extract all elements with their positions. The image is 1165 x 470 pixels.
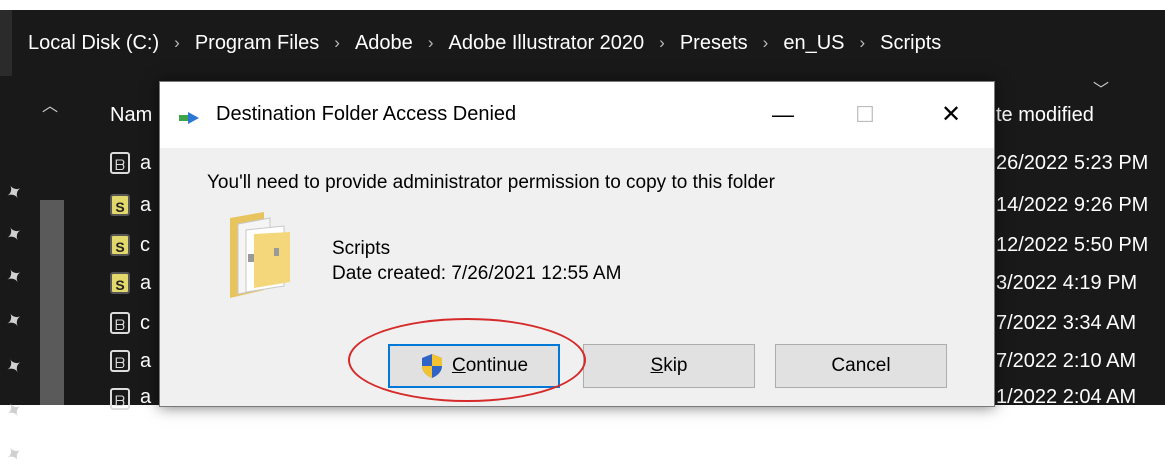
folder-date-created: Date created: 7/26/2021 12:55 AM	[332, 263, 622, 284]
file-name[interactable]: c	[140, 234, 150, 257]
copy-move-icon	[179, 112, 199, 124]
chevron-right-icon[interactable]: ›	[428, 33, 434, 53]
script-file-icon: ᗷ	[110, 312, 130, 334]
pin-icon[interactable]: ✦	[1, 351, 28, 381]
breadcrumb-presets[interactable]: Presets	[680, 32, 748, 55]
address-bar[interactable]: Local Disk (C:) › Program Files › Adobe …	[0, 10, 1165, 76]
breadcrumb-local-disk[interactable]: Local Disk (C:)	[28, 32, 159, 55]
file-date: 7/2022 2:10 AM	[996, 350, 1137, 372]
file-date: 14/2022 9:26 PM	[996, 194, 1149, 216]
file-date: 3/2022 4:19 PM	[996, 272, 1138, 294]
pin-icon[interactable]: ✦	[1, 219, 28, 249]
pin-icon[interactable]: ✦	[1, 439, 28, 469]
permission-message: You'll need to provide administrator per…	[207, 172, 775, 193]
skip-access-key: S	[650, 355, 664, 376]
close-button[interactable]: ✕	[928, 95, 974, 135]
pin-icon[interactable]: ✦	[1, 261, 28, 291]
breadcrumb-en-us[interactable]: en_US	[783, 32, 844, 55]
file-date: 1/2022 2:04 AM	[996, 386, 1137, 408]
file-name[interactable]: a	[140, 272, 151, 295]
column-header-date-modified[interactable]: te modified	[996, 104, 1094, 127]
chevron-right-icon[interactable]: ›	[174, 33, 180, 53]
dialog-title: Destination Folder Access Denied	[216, 103, 517, 125]
minimize-button[interactable]: —	[760, 95, 806, 135]
maximize-button[interactable]: ☐	[842, 95, 888, 135]
breadcrumb-illustrator[interactable]: Adobe Illustrator 2020	[448, 32, 644, 55]
breadcrumb: Local Disk (C:) › Program Files › Adobe …	[12, 32, 941, 55]
cancel-button[interactable]: Cancel	[775, 344, 947, 388]
address-bar-edge	[0, 10, 12, 76]
dialog-titlebar[interactable]: Destination Folder Access Denied — ☐ ✕	[160, 82, 994, 148]
scroll-up-icon[interactable]: ︿	[42, 92, 58, 116]
skip-label: kip	[663, 355, 688, 376]
chevron-right-icon[interactable]: ›	[659, 33, 665, 53]
chevron-right-icon[interactable]: ›	[763, 33, 769, 53]
file-name[interactable]: a	[140, 152, 151, 175]
breadcrumb-adobe[interactable]: Adobe	[355, 32, 413, 55]
highlight-ellipse	[348, 318, 586, 402]
folder-icon	[230, 212, 290, 298]
folder-name: Scripts	[332, 238, 391, 259]
pin-icon[interactable]: ✦	[1, 305, 28, 335]
file-name[interactable]: c	[140, 312, 150, 335]
js-file-icon: S	[110, 194, 130, 216]
script-file-icon: ᗷ	[110, 350, 130, 372]
skip-button[interactable]: Skip	[583, 344, 755, 388]
js-file-icon: S	[110, 234, 130, 256]
file-name[interactable]: a	[140, 194, 151, 217]
file-name[interactable]: a	[140, 386, 151, 409]
top-strip	[0, 0, 1165, 10]
pin-icon[interactable]: ✦	[1, 395, 28, 425]
file-name[interactable]: a	[140, 350, 151, 373]
breadcrumb-scripts[interactable]: Scripts	[880, 32, 941, 55]
chevron-right-icon[interactable]: ›	[859, 33, 865, 53]
file-date: 7/2022 3:34 AM	[996, 312, 1137, 334]
nav-scrollbar-thumb[interactable]	[40, 200, 64, 405]
chevron-right-icon[interactable]: ›	[334, 33, 340, 53]
script-file-icon: ᗷ	[110, 388, 130, 410]
js-file-icon: S	[110, 272, 130, 294]
sort-chevron-icon[interactable]: ﹀	[1093, 76, 1109, 100]
file-date: 26/2022 5:23 PM	[996, 152, 1149, 174]
pin-icon[interactable]: ✦	[1, 177, 28, 207]
breadcrumb-program-files[interactable]: Program Files	[195, 32, 319, 55]
column-header-name[interactable]: Nam	[110, 104, 152, 127]
script-file-icon: ᗷ	[110, 152, 130, 174]
file-date: 12/2022 5:50 PM	[996, 234, 1149, 256]
